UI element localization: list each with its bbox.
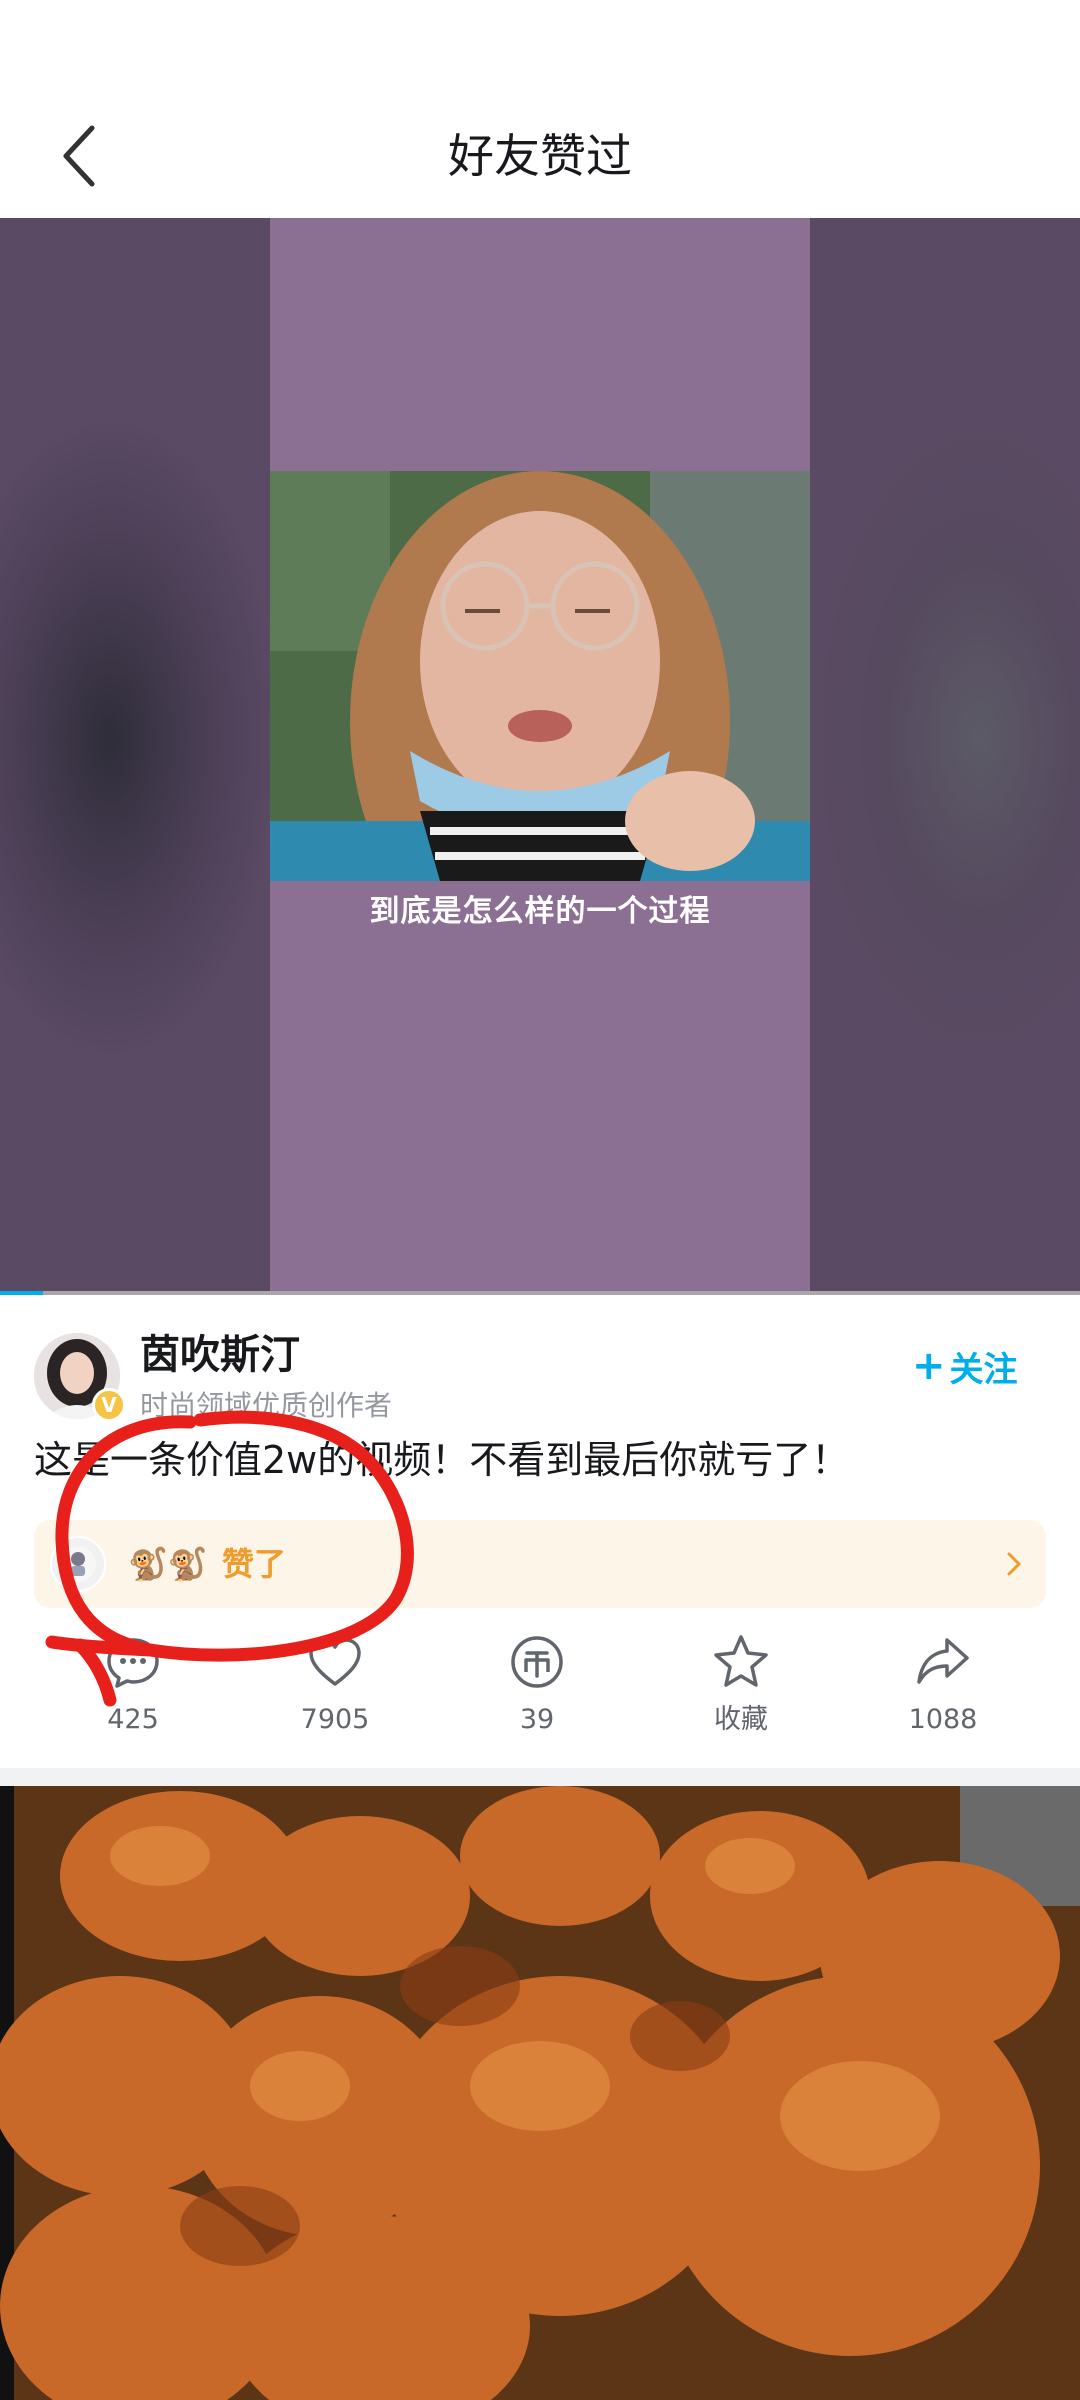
video-subtitle: 到底是怎么样的一个过程 (369, 894, 711, 929)
video-player[interactable]: 到底是怎么样的一个过程 (0, 218, 1080, 1295)
chevron-right-icon (994, 1538, 1034, 1590)
video-frame (270, 471, 810, 881)
like-button[interactable]: 7905 (260, 1632, 410, 1748)
comment-icon (107, 1638, 159, 1688)
share-icon (917, 1638, 969, 1684)
video-progress-fill (0, 1291, 44, 1295)
like-count: 7905 (300, 1704, 370, 1735)
author-description: 时尚领域优质创作者 (140, 1389, 393, 1422)
comment-button[interactable]: 425 (58, 1632, 208, 1748)
video-progress-bar[interactable] (0, 1291, 1080, 1295)
friend-name: 🐒🐒 (128, 1545, 208, 1583)
favorite-label: 收藏 (714, 1704, 768, 1735)
video-blur-left (0, 218, 270, 1295)
follow-label: 关注 (949, 1349, 1018, 1390)
author-name[interactable]: 茵吹斯汀 (140, 1328, 300, 1382)
star-icon (714, 1635, 768, 1687)
page-title: 好友赞过 (448, 129, 632, 183)
verified-badge: V (92, 1388, 126, 1422)
coin-icon (511, 1636, 563, 1688)
food-image (0, 1786, 1080, 2400)
favorite-button[interactable]: 收藏 (666, 1632, 816, 1748)
video-blur-right (810, 218, 1080, 1295)
friend-avatar (50, 1536, 106, 1592)
top-bar: 好友赞过 (0, 0, 1080, 218)
share-button[interactable]: 1088 (868, 1632, 1018, 1748)
plus-icon: + (912, 1343, 946, 1389)
friend-like-text: 赞了 (222, 1545, 287, 1583)
video-frame-image (270, 471, 810, 881)
heart-icon (309, 1638, 361, 1686)
friend-like-banner[interactable]: 🐒🐒 赞了 (34, 1520, 1046, 1608)
section-divider (0, 1768, 1080, 1786)
friend-avatar-image (60, 1546, 96, 1582)
coin-button[interactable]: 39 (462, 1632, 612, 1748)
next-video-thumbnail[interactable] (0, 1786, 1080, 2400)
share-count: 1088 (908, 1704, 978, 1735)
coin-count: 39 (519, 1704, 555, 1735)
video-title[interactable]: 这是一条价值2w的视频！不看到最后你就亏了！ (34, 1432, 849, 1488)
comment-count: 425 (107, 1704, 159, 1735)
follow-button[interactable]: + 关注 (912, 1340, 1018, 1392)
